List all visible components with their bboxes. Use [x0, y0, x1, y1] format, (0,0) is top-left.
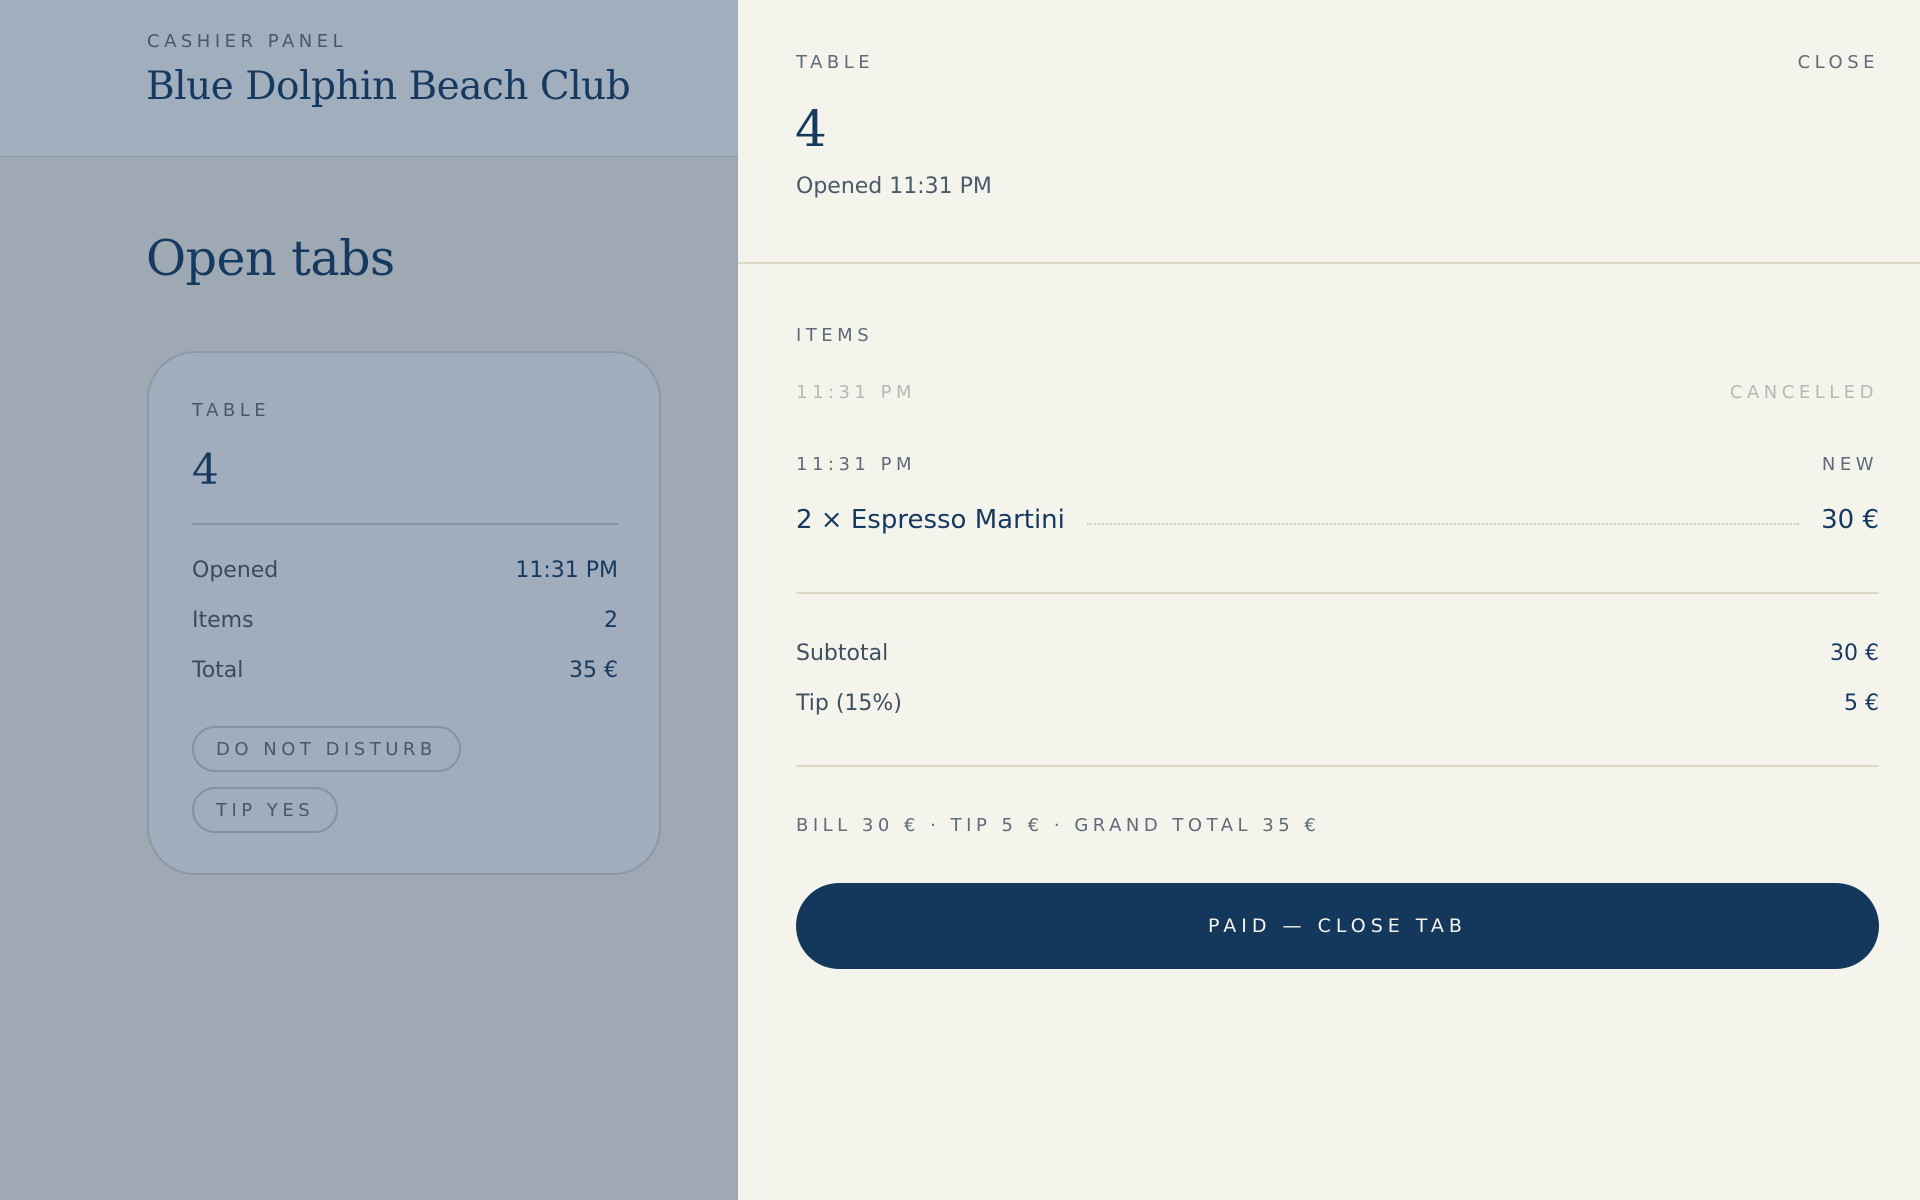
tab-card-divider: [192, 523, 618, 525]
tab-card-kicker: TABLE: [192, 400, 271, 421]
totals-divider: [796, 765, 1879, 767]
venue-name: Blue Dolphin Beach Club: [146, 64, 631, 109]
items-heading: ITEMS: [796, 325, 874, 346]
tabs-panel: CASHIER PANEL Blue Dolphin Beach Club Op…: [0, 0, 738, 1200]
tab-card-row-total: Total 35 €: [192, 658, 618, 683]
close-button[interactable]: CLOSE: [1798, 52, 1879, 73]
tag-do-not-disturb: DO NOT DISTURB: [192, 726, 461, 772]
drawer-kicker: TABLE: [796, 52, 875, 73]
paid-close-tab-button[interactable]: PAID — CLOSE TAB: [796, 883, 1879, 969]
tab-card-row-opened: Opened 11:31 PM: [192, 558, 618, 583]
entry-time-cancelled: 11:31 PM: [796, 382, 916, 403]
subtotal-value: 30 €: [1830, 641, 1879, 666]
page-title: Open tabs: [146, 230, 395, 287]
tab-card-row-label: Total: [192, 658, 244, 683]
tip-row: Tip (15%) 5 €: [796, 691, 1879, 716]
tab-detail-drawer: TABLE CLOSE 4 Opened 11:31 PM ITEMS 11:3…: [738, 0, 1920, 1200]
tab-card-number: 4: [192, 445, 219, 494]
entry-status-new: NEW: [1821, 454, 1878, 475]
subtotal-label: Subtotal: [796, 641, 889, 666]
bill-summary: BILL 30 € · TIP 5 € · GRAND TOTAL 35 €: [796, 815, 1321, 836]
drawer-table-number: 4: [795, 100, 827, 158]
order-line-item: 2 × Espresso Martini 30 €: [796, 500, 1879, 540]
tab-card-row-label: Opened: [192, 558, 279, 583]
entry-time-new: 11:31 PM: [796, 454, 916, 475]
tab-card-row-value: 2: [604, 608, 618, 633]
tab-card-row-value: 11:31 PM: [515, 558, 618, 583]
tab-card-table-4[interactable]: TABLE 4 Opened 11:31 PM Items 2 Total 35…: [147, 351, 661, 875]
drawer-header-divider: [738, 262, 1920, 264]
tab-card-row-label: Items: [192, 608, 254, 633]
panel-kicker: CASHIER PANEL: [147, 31, 348, 52]
drawer-opened-time: Opened 11:31 PM: [796, 174, 992, 199]
subtotal-row: Subtotal 30 €: [796, 641, 1879, 666]
entry-status-cancelled: CANCELLED: [1729, 382, 1878, 403]
tab-card-row-value: 35 €: [569, 658, 618, 683]
order-line-name: 2 × Espresso Martini: [796, 505, 1065, 535]
panel-header: CASHIER PANEL Blue Dolphin Beach Club: [0, 0, 738, 157]
dotted-leader: [1086, 523, 1800, 525]
items-divider: [796, 592, 1879, 594]
tab-card-row-items: Items 2: [192, 608, 618, 633]
tag-tip-yes: TIP YES: [192, 787, 339, 833]
tip-label: Tip (15%): [796, 691, 902, 716]
tip-value: 5 €: [1844, 691, 1879, 716]
order-line-price: 30 €: [1821, 505, 1879, 535]
